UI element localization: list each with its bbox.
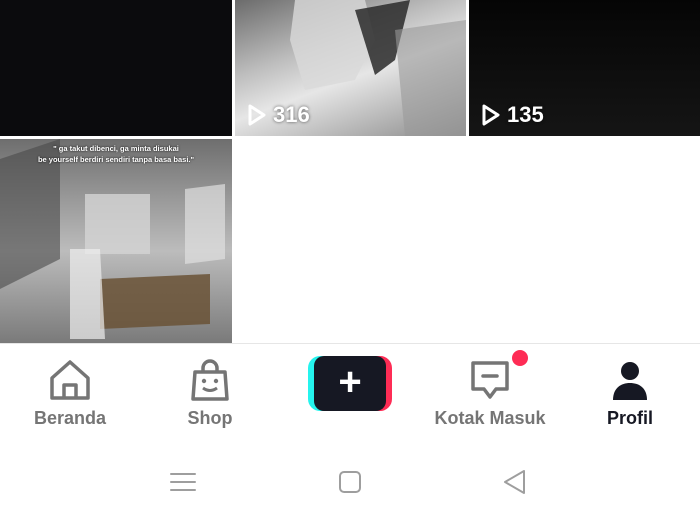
- menu-icon[interactable]: [170, 469, 196, 495]
- thumbnail-image: [0, 139, 225, 339]
- home-icon: [50, 360, 90, 400]
- video-caption: " ga takut dibenci, ga minta disukai be …: [0, 143, 232, 165]
- video-thumbnail[interactable]: 135: [469, 0, 700, 136]
- video-grid: 316 135 " ga takut dibenci, ga minta dis…: [0, 0, 700, 343]
- video-thumbnail[interactable]: 316: [235, 0, 466, 136]
- nav-label-profile: Profil: [606, 408, 653, 428]
- nav-item-profile[interactable]: Profil: [560, 358, 700, 429]
- view-count: 135: [481, 102, 544, 128]
- nav-item-inbox[interactable]: Kotak Masuk: [420, 358, 560, 429]
- nav-item-shop[interactable]: Shop: [140, 358, 280, 429]
- profile-screen: 316 135 " ga takut dibenci, ga minta dis…: [0, 0, 700, 525]
- play-icon: [248, 104, 266, 126]
- nav-label-inbox: Kotak Masuk: [434, 408, 546, 428]
- view-count-value: 135: [507, 102, 544, 127]
- message-icon: [471, 361, 509, 399]
- caption-line: be yourself berdiri sendiri tanpa basa b…: [37, 155, 195, 164]
- bottom-nav: Beranda Shop + Kotak Masuk Profil: [0, 343, 700, 435]
- nav-label-shop: Shop: [187, 408, 233, 428]
- notification-badge: [512, 350, 528, 366]
- view-count-value: 316: [273, 102, 310, 127]
- create-button-face: +: [314, 356, 386, 411]
- square-icon[interactable]: [338, 469, 362, 495]
- nav-label-home: Beranda: [33, 408, 107, 428]
- caption-line: " ga takut dibenci, ga minta disukai: [53, 144, 179, 153]
- shopping-bag-icon: [191, 359, 229, 401]
- person-icon: [613, 362, 647, 400]
- create-button[interactable]: +: [308, 356, 392, 411]
- back-triangle-icon[interactable]: [502, 469, 528, 495]
- nav-item-home[interactable]: Beranda: [0, 358, 140, 429]
- plus-icon: +: [338, 360, 362, 404]
- video-thumbnail[interactable]: [0, 0, 232, 136]
- video-thumbnail[interactable]: " ga takut dibenci, ga minta disukai be …: [0, 139, 232, 343]
- play-icon: [482, 104, 500, 126]
- view-count: 316: [247, 102, 310, 128]
- system-navigation-bar: [0, 435, 700, 525]
